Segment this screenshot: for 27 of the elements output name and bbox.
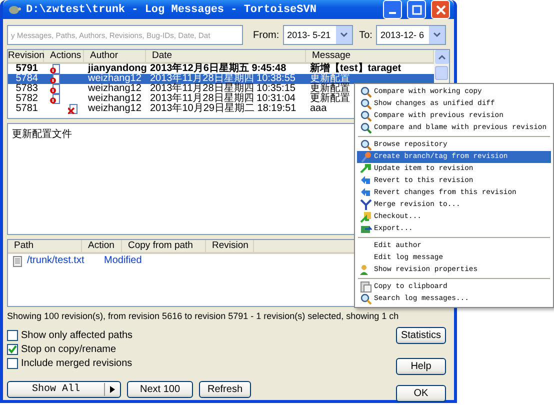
window-title: D:\zwtest\trunk - Log Messages - TortoiseSVN (26, 4, 318, 16)
date-cell-text: 2013年11月28日星期四 10:35:15 (149, 84, 296, 94)
checkbox-label: Show only affected paths (21, 330, 133, 340)
action-cell-text: Modified (103, 256, 143, 266)
author-cell-text: weizhang12 (87, 94, 142, 104)
date-cell-text: 2013年10月29日星期二 18:19:51 (149, 104, 298, 114)
revision-cell-text: 5782 (14, 94, 39, 104)
revision-cell-text: 5783 (14, 84, 39, 94)
author-cell-text: weizhang12 (87, 104, 142, 114)
date-cell-text: 2013年12月6日星期五 9:45:48 (149, 64, 288, 74)
revision-cell-text: 5791 (14, 64, 39, 74)
revision-cell-text: 5781 (14, 104, 39, 114)
author-cell-text: jianyandong (86, 64, 146, 74)
path-cell-text: /trunk/test.txt (26, 256, 86, 266)
message-cell-text: 新增【test】taraget (309, 64, 402, 74)
message-cell-text: 更新配置 (309, 84, 350, 94)
checkbox-label: Include merged revisions (21, 358, 132, 368)
author-cell-text: weizhang12 (87, 84, 142, 94)
author-cell-text: weizhang12 (88, 74, 142, 84)
status-text: Showing 100 revision(s), from revision 5616 to revision 5791 - 1 revision(s) selected, showing 1 ch (7, 311, 400, 323)
from-label: From: (253, 30, 280, 40)
to-label: To: (359, 30, 372, 40)
checkbox-label: Stop on copy/rename (21, 344, 116, 354)
date-cell-text: 2013年11月28日星期四 10:31:04 (149, 94, 296, 104)
message-cell-text: aaa (309, 104, 327, 114)
message-cell-text: 更新配置 (309, 94, 350, 104)
revision-cell-text: 5784 (14, 74, 39, 84)
